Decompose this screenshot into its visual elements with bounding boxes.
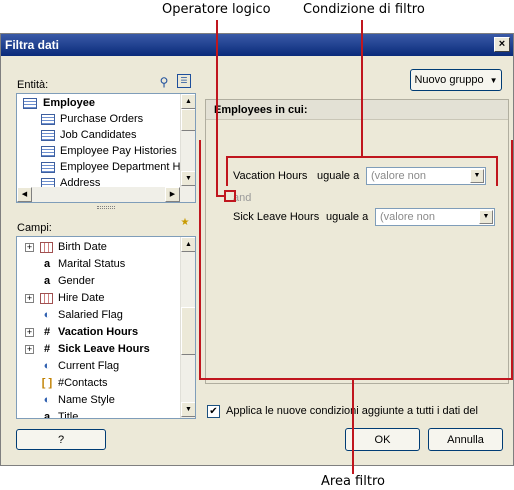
- callout-filter-area: Area filtro: [321, 474, 385, 489]
- expand-icon[interactable]: +: [25, 242, 34, 252]
- entity-label: Purchase Orders: [60, 113, 144, 125]
- field-label: Current Flag: [58, 360, 120, 372]
- callout-box-filter-area: [199, 140, 513, 380]
- fields-label: Campi:: [17, 222, 52, 234]
- list-item[interactable]: Employee Pay Histories: [41, 143, 177, 159]
- scroll-up-icon[interactable]: ▲: [181, 94, 195, 109]
- search-icon[interactable]: ⚲: [156, 74, 172, 90]
- callout-line-area: [352, 380, 354, 474]
- new-group-label: Nuovo gruppo: [414, 74, 484, 86]
- field-item-sick-leave-hours[interactable]: + # Sick Leave Hours: [25, 341, 150, 357]
- field-item-marital-status[interactable]: a Marital Status: [40, 256, 125, 272]
- fields-vscrollbar[interactable]: ▲ ▼: [180, 237, 195, 418]
- entity-label: Employee Department His: [60, 161, 189, 173]
- entity-label: Job Candidates: [60, 129, 137, 141]
- table-icon: [23, 97, 37, 109]
- field-label: Name Style: [58, 394, 115, 406]
- dialog-titlebar: Filtra dati ×: [1, 34, 513, 56]
- help-button[interactable]: ?: [16, 429, 106, 450]
- expand-icon[interactable]: +: [25, 344, 34, 354]
- date-field-icon: [40, 292, 53, 304]
- scroll-right-icon[interactable]: ▶: [165, 187, 180, 202]
- number-field-icon: #: [43, 326, 51, 338]
- splitter-grip[interactable]: [97, 206, 115, 209]
- field-label: Salaried Flag: [58, 309, 123, 321]
- scroll-left-icon[interactable]: ◀: [17, 187, 32, 202]
- field-label: Marital Status: [58, 258, 126, 270]
- text-field-icon: a: [43, 258, 51, 270]
- flag-field-icon: ◐: [43, 360, 51, 372]
- expand-icon[interactable]: +: [25, 293, 34, 303]
- entities-list[interactable]: Employee Purchase Orders Job Candidates …: [16, 93, 196, 203]
- field-item-hire-date[interactable]: + Hire Date: [25, 290, 104, 306]
- field-item-salaried-flag[interactable]: ◐ Salaried Flag: [40, 307, 123, 323]
- count-field-icon: [ ]: [41, 377, 53, 389]
- entity-label: Employee Pay Histories: [60, 145, 177, 157]
- field-label: Vacation Hours: [58, 326, 139, 338]
- field-item-current-flag[interactable]: ◐ Current Flag: [40, 358, 119, 374]
- callout-filter-condition: Condizione di filtro: [303, 2, 425, 17]
- field-item-vacation-hours[interactable]: + # Vacation Hours: [25, 324, 138, 340]
- new-group-button[interactable]: Nuovo gruppo ▼: [410, 69, 502, 91]
- table-icon: [41, 113, 55, 125]
- apply-checkbox[interactable]: ✔: [207, 405, 220, 418]
- field-label: Hire Date: [58, 292, 105, 304]
- ok-button[interactable]: OK: [345, 428, 420, 451]
- list-item[interactable]: Employee Department His: [41, 159, 188, 175]
- field-item-gender[interactable]: a Gender: [40, 273, 95, 289]
- new-field-icon[interactable]: ★: [177, 215, 193, 231]
- field-label: Birth Date: [58, 241, 107, 253]
- entities-hscrollbar[interactable]: ◀ ▶: [17, 187, 195, 202]
- number-field-icon: #: [43, 343, 51, 355]
- dialog-title: Filtra dati: [5, 38, 60, 52]
- entity-view-icon[interactable]: ☰: [177, 74, 191, 88]
- list-item[interactable]: Purchase Orders: [41, 111, 143, 127]
- scroll-thumb[interactable]: [181, 307, 195, 355]
- field-item-contacts[interactable]: [ ] #Contacts: [40, 375, 108, 391]
- cancel-button[interactable]: Annulla: [428, 428, 503, 451]
- callout-logical-operator: Operatore logico: [162, 2, 271, 17]
- date-field-icon: [40, 241, 53, 253]
- flag-field-icon: ◐: [43, 394, 51, 406]
- scroll-down-icon[interactable]: ▼: [181, 402, 195, 417]
- close-button[interactable]: ×: [494, 37, 510, 52]
- table-icon: [41, 161, 55, 173]
- flag-field-icon: ◐: [43, 309, 51, 321]
- field-label: Title: [58, 411, 79, 419]
- scroll-down-icon[interactable]: ▼: [181, 171, 195, 186]
- list-item[interactable]: Job Candidates: [41, 127, 136, 143]
- field-item-birth-date[interactable]: + Birth Date: [25, 239, 107, 255]
- expand-icon[interactable]: +: [25, 327, 34, 337]
- filter-header: Employees in cui:: [206, 100, 508, 120]
- field-item-name-style[interactable]: ◐ Name Style: [40, 392, 115, 408]
- entities-label: Entità:: [17, 79, 49, 91]
- text-field-icon: a: [43, 411, 51, 419]
- list-item-employee[interactable]: Employee: [23, 95, 95, 111]
- scroll-thumb[interactable]: [181, 109, 195, 131]
- field-label: Gender: [58, 275, 95, 287]
- entity-label: Employee: [43, 97, 95, 109]
- fields-list[interactable]: + Birth Date a Marital Status a Gender +…: [16, 236, 196, 419]
- scroll-up-icon[interactable]: ▲: [181, 237, 195, 252]
- callout-line-condition: [361, 20, 363, 157]
- field-item-title[interactable]: a Title: [40, 409, 79, 419]
- field-label: #Contacts: [58, 377, 108, 389]
- field-label: Sick Leave Hours: [58, 343, 150, 355]
- table-icon: [41, 145, 55, 157]
- text-field-icon: a: [43, 275, 51, 287]
- entities-vscrollbar[interactable]: ▲ ▼: [180, 94, 195, 187]
- table-icon: [41, 129, 55, 141]
- dropdown-arrow-icon: ▼: [489, 75, 498, 85]
